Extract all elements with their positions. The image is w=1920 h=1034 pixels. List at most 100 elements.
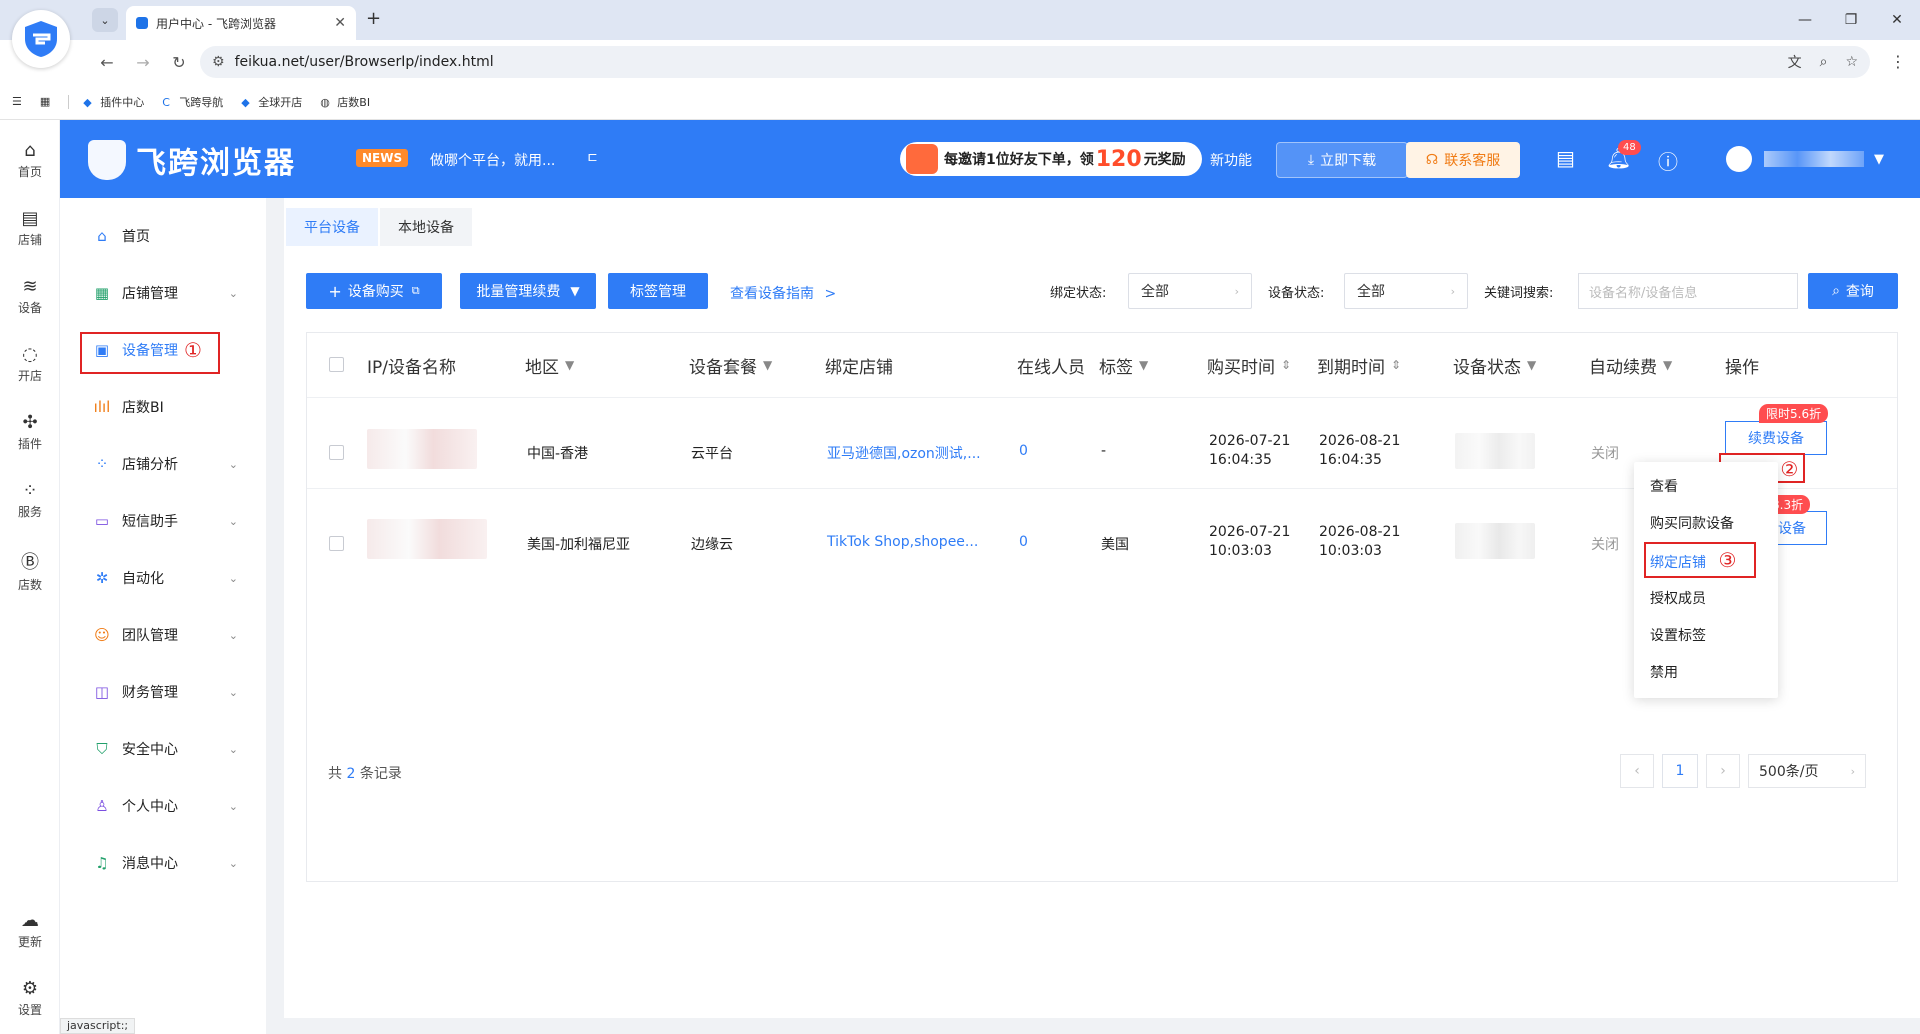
browser-tab[interactable]: 用户中心 - 飞跨浏览器 ✕ [126,6,356,40]
restore-icon[interactable]: ❐ [1828,0,1874,40]
close-icon[interactable]: ✕ [334,15,346,31]
tag-manage-button[interactable]: 标签管理 [608,273,708,309]
browser-logo[interactable] [12,10,70,68]
brand[interactable]: 飞跨浏览器 [88,138,296,182]
col-actions: 操作 [1725,333,1759,397]
col-tag: 标签 ▼ [1099,333,1148,397]
batch-renew-button[interactable]: 批量管理续费 ▼ [460,273,596,309]
new-tab-button[interactable]: + [366,8,381,29]
bind-status-value: 全部 [1141,284,1169,300]
sidebar-item-store-analysis[interactable]: ⁘ 店铺分析 ⌄ [60,446,266,482]
rail-item-service[interactable]: ⁘ 服务 [0,480,60,520]
sidebar-item-automation[interactable]: ✲ 自动化 ⌄ [60,560,266,596]
row-checkbox[interactable] [329,445,344,460]
translate-icon[interactable]: 文 [1788,52,1802,72]
chevron-down-icon: ⌄ [228,799,238,813]
sidebar-item-messages[interactable]: ♫ 消息中心 ⌄ [60,845,266,881]
sidebar-item-label: 首页 [122,229,150,245]
main-content: 平台设备 本地设备 + 设备购买 ⧉ 批量管理续费 ▼ 标签管理 查看设备指南 … [284,198,1920,1018]
sort-icon[interactable]: ⇕ [1281,358,1291,372]
news-more[interactable]: ㄷ [586,148,599,168]
menu-item-disable[interactable]: 禁用 [1650,662,1678,682]
more-vert-icon[interactable]: ⋮ [1890,52,1906,71]
bookmark-nav[interactable]: C 飞跨导航 [162,94,223,110]
keyword-search-input[interactable]: 设备名称/设备信息 [1578,273,1798,309]
rail-item-home[interactable]: ⌂ 首页 [0,140,60,180]
page-1-button[interactable]: 1 [1662,754,1698,788]
bookmark-star-icon[interactable]: ☆ [1845,54,1858,70]
back-icon[interactable]: ← [92,47,122,77]
window-close-icon[interactable]: ✕ [1874,0,1920,40]
filter-icon[interactable]: ▼ [1527,358,1536,372]
device-status-select[interactable]: 全部 › [1344,273,1468,309]
tab-local-devices[interactable]: 本地设备 [380,208,472,246]
sidebar-item-label: 短信助手 [122,514,178,530]
menu-item-set-tag[interactable]: 设置标签 [1650,625,1706,645]
rail-label: 服务 [17,505,42,519]
brand-shield-icon [88,140,126,180]
filter-icon[interactable]: ▼ [1139,358,1148,372]
bookmark-plugin-center[interactable]: ◆ 插件中心 [83,94,144,110]
row-bound-store-link[interactable]: 亚马逊德国,ozon测试,... [827,443,981,463]
forward-icon[interactable]: → [128,47,158,77]
device-guide-link[interactable]: 查看设备指南 > [730,283,836,303]
search-button[interactable]: ⌕ 查询 [1808,273,1898,309]
download-button[interactable]: ⤓ 立即下载 [1276,142,1408,178]
news-ticker[interactable]: 做哪个平台，就用... [430,150,555,170]
minimize-icon[interactable]: — [1782,0,1828,40]
sidebar-item-label: 自动化 [122,571,164,587]
menu-item-buy-same[interactable]: 购买同款设备 [1650,513,1734,533]
rail-item-open-store[interactable]: ◌ 开店 [0,344,60,384]
sidebar-item-home[interactable]: ⌂ 首页 [60,218,266,254]
bind-status-select[interactable]: 全部 › [1128,273,1252,309]
menu-item-view[interactable]: 查看 [1650,476,1678,496]
user-menu[interactable]: ▼ [1726,146,1884,172]
prev-page-button[interactable]: ‹ [1620,754,1654,788]
rail-item-update[interactable]: ☁ 更新 [0,910,60,950]
sidebar-item-security[interactable]: ⛉ 安全中心 ⌄ [60,731,266,767]
bookmark-global-store[interactable]: ◆ 全球开店 [241,94,302,110]
next-page-button[interactable]: › [1706,754,1740,788]
row-online-count[interactable]: 0 [1019,534,1028,550]
page-size-select[interactable]: 500条/页 › [1748,754,1866,788]
rail-item-bi[interactable]: Ⓑ 店数 [0,548,60,593]
renew-device-button[interactable]: 续费设备 [1725,421,1827,455]
rail-item-device[interactable]: ≋ 设备 [0,276,60,316]
buy-device-button[interactable]: + 设备购买 ⧉ [306,273,442,309]
col-label: 绑定店铺 [825,357,893,378]
address-bar[interactable]: ⚙ feikua.net/user/BrowserIp/index.html 文… [200,46,1870,78]
document-icon[interactable]: ▤ [1556,146,1575,170]
rail-item-store[interactable]: ▤ 店铺 [0,208,60,248]
left-rail: ⌂ 首页 ▤ 店铺 ≋ 设备 ◌ 开店 ✣ 插件 ⁘ 服务 Ⓑ 店数 ☁ 更新 ⚙ 设置 [0,120,60,1034]
sidebar-item-profile[interactable]: ♙ 个人中心 ⌄ [60,788,266,824]
site-info-icon[interactable]: ⚙ [212,54,225,70]
row-online-count[interactable]: 0 [1019,443,1028,459]
store-icon: ▦ [94,284,110,302]
filter-icon[interactable]: ▼ [565,358,574,372]
invite-banner[interactable]: 每邀请1位好友下单，领 120 元奖励 [900,142,1202,176]
tab-platform-devices[interactable]: 平台设备 [286,208,378,246]
zoom-icon[interactable]: ⌕ [1820,54,1828,70]
sidebar-item-team[interactable]: ☺ 团队管理 ⌄ [60,617,266,653]
new-feature-link[interactable]: 新功能 [1210,150,1252,170]
row-checkbox[interactable] [329,536,344,551]
help-icon[interactable]: ⓘ [1658,146,1678,175]
sidebar-item-finance[interactable]: ◫ 财务管理 ⌄ [60,674,266,710]
reload-icon[interactable]: ↻ [164,47,194,77]
filter-icon[interactable]: ▼ [1663,358,1672,372]
apps-grid-icon[interactable]: ▦ [40,95,50,108]
bookmark-bi[interactable]: ◍ 店数BI [320,94,370,110]
menu-item-authorize[interactable]: 授权成员 [1650,588,1706,608]
sidebar-item-sms[interactable]: ▭ 短信助手 ⌄ [60,503,266,539]
rail-item-settings[interactable]: ⚙ 设置 [0,978,60,1018]
tab-search-button[interactable]: ⌄ [92,8,118,32]
select-all-checkbox[interactable] [329,357,344,372]
rail-item-plugin[interactable]: ✣ 插件 [0,412,60,452]
row-bound-store-link[interactable]: TikTok Shop,shopee... [827,534,978,550]
contact-service-button[interactable]: ☊ 联系客服 [1406,142,1520,178]
sidebar-item-bi[interactable]: ılıl 店数BI [60,389,266,425]
sort-icon[interactable]: ⇕ [1391,358,1401,372]
sidebar-toggle-icon[interactable]: ☰ [12,95,22,108]
filter-icon[interactable]: ▼ [763,358,772,372]
sidebar-item-store-mgmt[interactable]: ▦ 店铺管理 ⌄ [60,275,266,311]
